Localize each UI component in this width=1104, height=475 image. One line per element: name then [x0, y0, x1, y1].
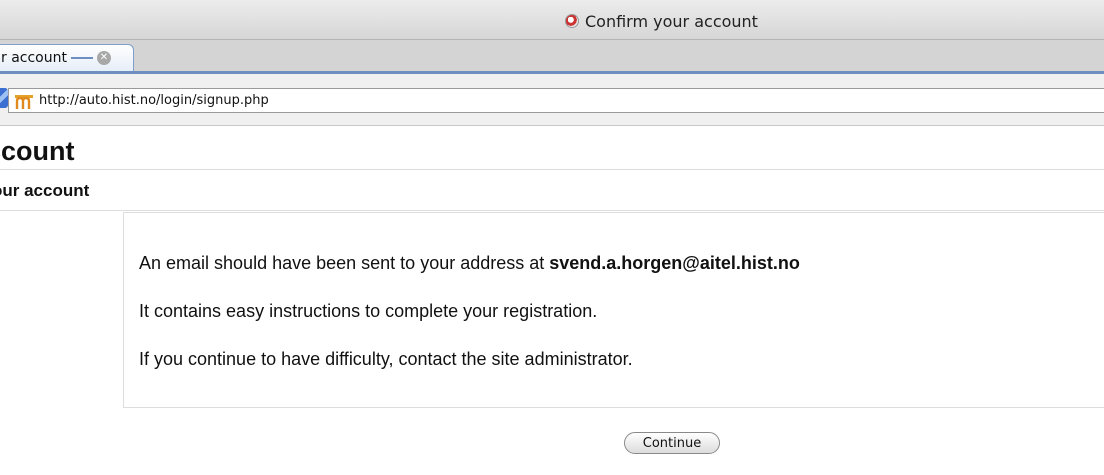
- heading-divider: [0, 169, 1104, 170]
- address-bar[interactable]: http://auto.hist.no/login/signup.php: [8, 88, 1104, 113]
- tab-confirm-account[interactable]: r account ✕: [0, 44, 134, 71]
- bookmark-icon[interactable]: [0, 88, 8, 108]
- close-icon[interactable]: ✕: [96, 51, 111, 65]
- page-heading: ccount: [0, 136, 75, 166]
- confirmation-message-box: An email should have been sent to your a…: [123, 212, 1104, 408]
- difficulty-message: If you continue to have difficulty, cont…: [139, 349, 633, 369]
- navigation-bar: http://auto.hist.no/login/signup.php: [0, 74, 1104, 126]
- breadcrumb-heading: our account: [0, 181, 90, 200]
- title-bar: Confirm your account: [0, 0, 1104, 40]
- page-document-icon: [565, 14, 579, 28]
- window-title: Confirm your account: [585, 11, 758, 31]
- tab-loading-line: [70, 57, 93, 59]
- content-divider: [0, 210, 1104, 211]
- url-text: http://auto.hist.no/login/signup.php: [39, 93, 269, 108]
- email-sent-prefix: An email should have been sent to your a…: [139, 253, 550, 273]
- instructions-message: It contains easy instructions to complet…: [139, 301, 598, 321]
- moodle-icon: [15, 93, 33, 109]
- browser-window: Confirm your account r account ✕ http://…: [0, 0, 1104, 475]
- window-title-group: Confirm your account: [565, 11, 758, 31]
- tab-strip: r account ✕: [0, 40, 1104, 74]
- email-address: svend.a.horgen@aitel.hist.no: [549, 253, 800, 273]
- tab-label: r account: [1, 50, 67, 66]
- email-sent-message: An email should have been sent to your a…: [139, 253, 800, 274]
- continue-button[interactable]: Continue: [624, 432, 720, 454]
